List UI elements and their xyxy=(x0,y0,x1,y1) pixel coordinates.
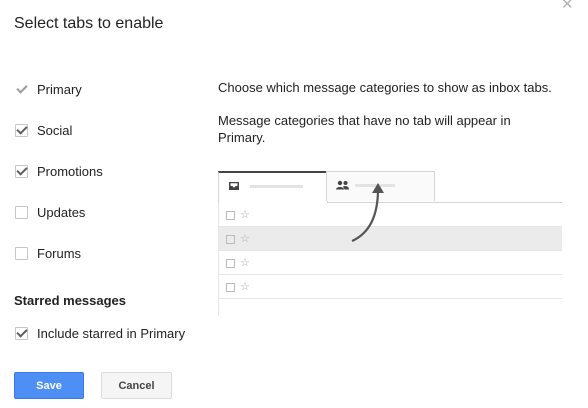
checkbox-updates[interactable] xyxy=(15,206,28,219)
preview-checkbox xyxy=(226,234,235,244)
tabs-preview: ☆ ☆ ☆ ☆ xyxy=(218,171,562,316)
category-primary: Primary xyxy=(15,82,82,97)
preview-checkbox xyxy=(226,258,235,268)
category-social[interactable]: Social xyxy=(15,123,72,138)
star-icon: ☆ xyxy=(240,257,250,269)
save-button[interactable]: Save xyxy=(14,372,84,399)
close-icon[interactable]: ✕ xyxy=(561,0,574,12)
cancel-button[interactable]: Cancel xyxy=(101,372,172,399)
preview-row: ☆ xyxy=(219,251,562,275)
starred-heading: Starred messages xyxy=(14,293,127,308)
star-icon: ☆ xyxy=(240,281,250,293)
checkbox-include-starred[interactable] xyxy=(15,327,28,340)
people-icon xyxy=(336,180,349,190)
dialog-title: Select tabs to enable xyxy=(14,15,164,32)
checkbox-social[interactable] xyxy=(15,124,28,137)
category-forums[interactable]: Forums xyxy=(15,246,81,261)
star-icon: ☆ xyxy=(240,233,250,245)
category-updates[interactable]: Updates xyxy=(15,205,85,220)
star-icon: ☆ xyxy=(240,209,250,221)
preview-checkbox xyxy=(226,282,235,292)
inbox-icon xyxy=(229,182,239,190)
include-starred-option[interactable]: Include starred in Primary xyxy=(15,326,185,341)
checkbox-forums[interactable] xyxy=(15,247,28,260)
category-label: Forums xyxy=(37,246,82,261)
preview-row: ☆ xyxy=(219,275,562,299)
preview-tab-social xyxy=(326,171,435,201)
checkbox-primary xyxy=(15,83,28,96)
category-label: Social xyxy=(37,123,73,138)
preview-row: ☆ xyxy=(219,227,562,251)
preview-message-list: ☆ ☆ ☆ ☆ xyxy=(218,203,562,316)
preview-checkbox xyxy=(226,210,235,220)
category-label: Promotions xyxy=(37,164,103,179)
category-label: Updates xyxy=(37,205,86,220)
description-line2: Message categories that have no tab will… xyxy=(218,113,511,145)
preview-tab-primary xyxy=(218,171,328,203)
preview-row: ☆ xyxy=(219,203,562,227)
checkbox-promotions[interactable] xyxy=(15,165,28,178)
category-promotions[interactable]: Promotions xyxy=(15,164,103,179)
category-label: Primary xyxy=(37,82,82,97)
description-line1: Choose which message categories to show … xyxy=(218,80,552,95)
include-starred-label: Include starred in Primary xyxy=(37,326,186,341)
